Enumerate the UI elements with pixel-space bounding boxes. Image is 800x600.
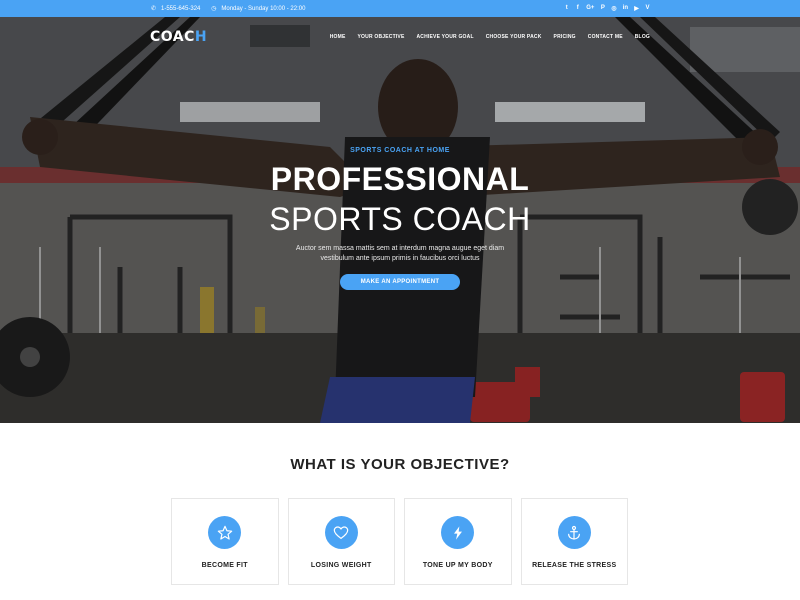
phone-info: ✆ 1-555-645-324 (150, 5, 201, 13)
objective-card-losing-weight[interactable]: LOSING WEIGHT (287, 498, 395, 585)
nav-item-your-objective[interactable]: YOUR OBJECTIVE (358, 34, 405, 40)
hero-description: Auctor sem massa mattis sem at interdum … (200, 244, 600, 264)
site-logo[interactable]: COACH (150, 29, 207, 45)
phone-icon: ✆ (150, 6, 157, 12)
hero-title-light: SPORTS COACH (269, 201, 531, 237)
pinterest-icon[interactable]: P (600, 5, 605, 12)
hero-description-line-1: Auctor sem massa mattis sem at interdum … (295, 245, 505, 252)
lightning-icon (441, 516, 475, 549)
hero-content: SPORTS COACH AT HOME PROFESSIONAL SPORTS… (200, 147, 600, 290)
nav-menu: HOME YOUR OBJECTIVE ACHIEVE YOUR GOAL CH… (330, 34, 650, 40)
youtube-icon[interactable]: ▶ (634, 5, 639, 12)
nav-item-blog[interactable]: BLOG (635, 34, 650, 40)
clock-icon: ◷ (211, 6, 217, 12)
instagram-icon[interactable]: ◎ (611, 5, 616, 12)
nav-item-choose-your-pack[interactable]: CHOOSE YOUR PACK (486, 34, 542, 40)
nav-item-contact-me[interactable]: CONTACT ME (588, 34, 623, 40)
google-plus-icon[interactable]: G+ (586, 5, 594, 12)
social-links: t f G+ P ◎ in ▶ V (564, 5, 650, 12)
objective-card-label: RELEASE THE STRESS (532, 562, 617, 569)
nav-item-home[interactable]: HOME (330, 34, 346, 40)
opening-hours: Monday - Sunday 10:00 - 22:00 (221, 5, 306, 12)
logo-text: COAC (150, 29, 195, 45)
objective-card-release-the-stress[interactable]: RELEASE THE STRESS (520, 498, 628, 585)
logo-accent-letter: H (194, 29, 208, 45)
nav-item-achieve-your-goal[interactable]: ACHIEVE YOUR GOAL (417, 34, 474, 40)
hero-section: COACH HOME YOUR OBJECTIVE ACHIEVE YOUR G… (0, 17, 800, 423)
objective-card-become-fit[interactable]: BECOME FIT (171, 498, 279, 585)
linkedin-icon[interactable]: in (623, 5, 628, 12)
objective-card-label: LOSING WEIGHT (310, 562, 372, 569)
top-bar: ✆ 1-555-645-324 ◷ Monday - Sunday 10:00 … (0, 0, 800, 17)
objective-card-label: TONE UP MY BODY (422, 562, 493, 569)
nav-item-pricing[interactable]: PRICING (554, 34, 576, 40)
hero-kicker: SPORTS COACH AT HOME (350, 147, 450, 154)
main-navigation: COACH HOME YOUR OBJECTIVE ACHIEVE YOUR G… (150, 17, 650, 57)
objective-card-label: BECOME FIT (201, 562, 248, 569)
heart-icon (324, 516, 358, 549)
facebook-icon[interactable]: f (575, 5, 580, 12)
hours-info: ◷ Monday - Sunday 10:00 - 22:00 (210, 5, 306, 13)
twitter-icon[interactable]: t (564, 5, 569, 12)
make-appointment-button[interactable]: MAKE AN APPOINTMENT (339, 274, 461, 290)
contact-info: ✆ 1-555-645-324 ◷ Monday - Sunday 10:00 … (150, 5, 306, 13)
vimeo-icon[interactable]: V (645, 5, 650, 12)
objective-section-title: WHAT IS YOUR OBJECTIVE? (290, 456, 510, 473)
hero-description-line-2: vestibulum ante ipsum primis in faucibus… (320, 255, 480, 262)
objective-cards: BECOME FIT LOSING WEIGHT TONE UP MY BODY… (171, 498, 629, 585)
objective-card-tone-up-my-body[interactable]: TONE UP MY BODY (404, 498, 512, 585)
anchor-icon (557, 516, 591, 549)
hero-title-bold: PROFESSIONAL (270, 161, 530, 197)
phone-number: 1-555-645-324 (161, 5, 201, 12)
star-icon (208, 516, 242, 549)
